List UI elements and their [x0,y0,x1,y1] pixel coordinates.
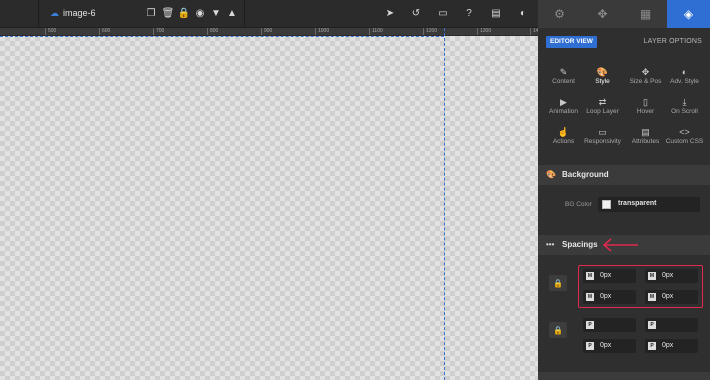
padding-top-field[interactable]: P [583,318,636,332]
delete-icon[interactable]: 🗑 [162,7,175,19]
ruler-tick: 800 [207,28,218,35]
ruler-tick: 600 [99,28,110,35]
top-toolbar: ☁ image-6 ❐ 🗑 🔒 ◉ ▼ ▲ ➤ ↺ ▭ ? ▤ ◐ [0,0,538,28]
layer-options-title: LAYER OPTIONS [643,38,702,45]
ruler-tick: 1300 [477,28,491,35]
option-label: Content [552,78,575,85]
settings-tab-icon[interactable]: ⚙ [538,0,581,28]
option-content[interactable]: ✎ Content [542,66,585,94]
mouse-icon: ▯ [643,97,648,107]
more-icon: ••• [546,240,555,249]
pencil-icon: ✎ [559,67,568,77]
ruler-tick: 1100 [369,28,383,35]
padding-left-field[interactable]: P 0px [645,339,698,353]
bg-color-field[interactable]: transparent [598,197,700,212]
option-adv-style[interactable]: ◐ Adv. Style [663,66,706,94]
option-hover[interactable]: ▯ Hover [624,96,667,124]
background-section-header[interactable]: 🎨 Background [538,165,710,185]
ruler-tick: 500 [45,28,56,35]
padding-left-tag: P [648,342,656,350]
editor-canvas[interactable] [0,36,538,380]
layer-name-label: image-6 [63,8,96,18]
lock-icon[interactable]: 🔒 [178,7,190,19]
option-animation[interactable]: ▶ Animation [542,96,585,124]
option-label: Loop Layer [586,108,619,115]
ruler-tick: 700 [153,28,164,35]
padding-bottom-tag: P [586,342,594,350]
toolbar-divider [38,0,39,28]
option-label: Custom CSS [665,138,704,145]
option-actions[interactable]: ☝ Actions [542,126,585,154]
loop-icon: ⇄ [598,97,607,107]
option-custom-css[interactable]: <> Custom CSS [663,126,706,154]
annotation-arrow-icon [602,238,638,252]
bg-color-label: BG Color [565,201,592,208]
move-down-icon[interactable]: ▼ [210,7,222,19]
option-label: Size & Pos [629,78,662,85]
option-label: Attributes [631,138,660,145]
comment-icon[interactable]: ▤ [490,7,502,19]
option-label: Responsivity [584,138,621,145]
monitor-icon: ▭ [598,127,607,137]
help-icon[interactable]: ? [463,7,475,19]
margin-lock-icon[interactable]: 🔒 [549,275,567,291]
padding-right-tag: P [648,321,656,329]
padding-bottom-field[interactable]: P 0px [583,339,636,353]
option-attributes[interactable]: ▤ Attributes [624,126,667,154]
option-label: Hover [636,108,655,115]
palette-icon: 🎨 [546,170,556,179]
option-label: Actions [552,138,575,145]
padding-top-tag: P [586,321,594,329]
layer-options-panel: ⚙ ✥ ▦ ◈ EDITOR VIEW LAYER OPTIONS ✎ Conte… [538,0,710,380]
ruler-tick: 900 [261,28,272,35]
option-label: Animation [549,108,578,115]
contrast-icon[interactable]: ◐ [517,7,529,19]
palette-icon: 🎨 [596,67,609,77]
code-icon: <> [679,127,690,137]
layer-name[interactable]: ☁ image-6 [50,8,96,19]
guide-line-horizontal [0,36,444,37]
navigation-tab-icon[interactable]: ✥ [581,0,624,28]
desktop-view-icon[interactable]: ▭ [437,7,449,19]
section-title: Spacings [562,240,598,249]
pointer-icon[interactable]: ➤ [384,7,396,19]
option-on-scroll[interactable]: ⤓ On Scroll [663,96,706,124]
option-size-pos[interactable]: ✥ Size & Pos [624,66,667,94]
color-swatch [602,200,611,209]
ruler-tick: 1200 [423,28,437,35]
padding-left-value: 0px [662,342,674,349]
editor-view-button[interactable]: EDITOR VIEW [546,36,597,48]
panel-bottom-section [538,372,710,380]
move-icon: ✥ [641,67,650,77]
option-label: On Scroll [671,108,698,115]
padding-bottom-value: 0px [600,342,612,349]
padding-right-field[interactable]: P [645,318,698,332]
copy-icon[interactable]: ❐ [145,7,157,19]
cloud-icon: ☁ [50,8,59,18]
padding-lock-icon[interactable]: 🔒 [549,322,567,338]
hand-icon: ☝ [557,127,570,137]
option-loop-layer[interactable]: ⇄ Loop Layer [581,96,624,124]
horizontal-ruler: 500 600 700 800 900 1000 1100 1200 1300 … [0,28,539,36]
scroll-icon: ⤓ [682,97,687,107]
option-style[interactable]: 🎨 Style [581,66,624,94]
slides-tab-icon[interactable]: ▦ [624,0,667,28]
file-icon: ▤ [641,127,650,137]
bg-color-value: transparent [618,200,657,207]
option-responsivity[interactable]: ▭ Responsivity [581,126,624,154]
toolbar-divider [244,0,245,28]
layers-tab-icon[interactable]: ◈ [667,0,710,28]
margin-highlight-box [578,265,703,308]
visibility-icon[interactable]: ◉ [194,7,206,19]
option-label: Style [595,78,610,85]
option-label: Adv. Style [670,78,699,85]
contrast-icon: ◐ [681,67,688,77]
panel-tabs: ⚙ ✥ ▦ ◈ [538,0,710,28]
guide-line-vertical[interactable] [444,28,445,380]
undo-icon[interactable]: ↺ [410,7,422,19]
move-up-icon[interactable]: ▲ [226,7,238,19]
ruler-tick: 1000 [315,28,329,35]
play-icon: ▶ [560,97,567,107]
section-title: Background [562,170,609,179]
